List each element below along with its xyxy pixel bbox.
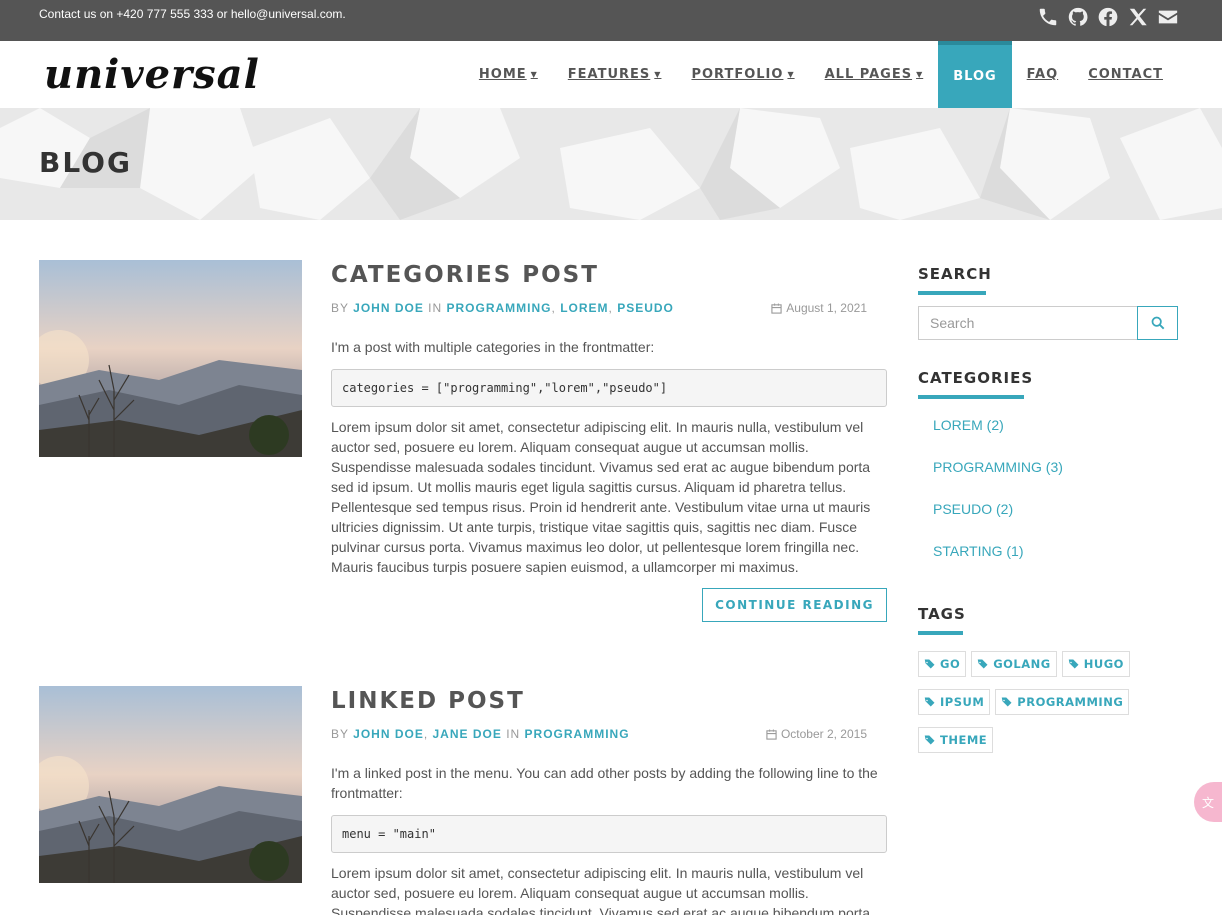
nav-item-features[interactable]: FEATURES ▼ [553, 41, 677, 108]
post-excerpt: Lorem ipsum dolor sit amet, consectetur … [331, 865, 871, 915]
caret-down-icon: ▼ [530, 70, 538, 79]
tag-item[interactable]: GO [918, 651, 967, 677]
post-title[interactable]: LINKED POST [331, 688, 887, 714]
search-widget: SEARCH [918, 265, 1178, 340]
page-heading-band: BLOG [0, 108, 1222, 220]
category-link[interactable]: PROGRAMMING [447, 301, 552, 315]
post-body: CATEGORIES POST BY JOHN DOE IN PROGRAMMI… [331, 260, 887, 622]
by-label: BY [331, 727, 349, 741]
code-block: categories = ["programming","lorem","pse… [331, 369, 887, 407]
search-button[interactable] [1137, 306, 1178, 340]
phone-icon[interactable] [1036, 5, 1060, 29]
tags-icon [924, 735, 935, 745]
tags-icon [1002, 697, 1012, 707]
post-meta: BY JOHN DOE, JANE DOE IN PROGRAMMING Oct… [331, 727, 887, 741]
tag-item[interactable]: THEME [918, 727, 994, 753]
nav-item-blog[interactable]: BLOG [938, 41, 1012, 108]
tag-item[interactable]: HUGO [1061, 651, 1130, 677]
nav-item-portfolio[interactable]: PORTFOLIO ▼ [676, 41, 809, 108]
post-excerpt: Lorem ipsum dolor sit amet, consectetur … [331, 419, 871, 575]
main-content: CATEGORIES POST BY JOHN DOE IN PROGRAMMI… [0, 220, 1222, 915]
tag-item[interactable]: PROGRAMMING [995, 689, 1130, 715]
categories-heading: CATEGORIES [918, 369, 1034, 387]
caret-down-icon: ▼ [654, 70, 662, 79]
caret-down-icon: ▼ [787, 70, 795, 79]
envelope-icon[interactable] [1156, 5, 1180, 29]
post-intro: I'm a linked post in the menu. You can a… [331, 765, 878, 801]
nav-item-all-pages[interactable]: ALL PAGES ▼ [810, 41, 939, 108]
site-logo[interactable]: universal [44, 51, 260, 98]
code-block: menu = "main" [331, 815, 887, 853]
in-label: IN [428, 301, 443, 315]
contact-info: Contact us on +420 777 555 333 or hello@… [39, 6, 346, 21]
tags-icon [924, 659, 935, 669]
search-heading: SEARCH [918, 265, 992, 283]
heading-underline [918, 395, 1024, 399]
heading-underline [918, 291, 986, 295]
category-link[interactable]: LOREM [560, 301, 608, 315]
tag-item[interactable]: GOLANG [971, 651, 1057, 677]
author-link[interactable]: JOHN DOE [353, 301, 424, 315]
tags-icon [1068, 659, 1079, 669]
search-input[interactable] [918, 306, 1137, 340]
top-bar: Contact us on +420 777 555 333 or hello@… [0, 0, 1222, 41]
social-links [1036, 5, 1180, 29]
nav-item-home[interactable]: HOME ▼ [464, 41, 553, 108]
translate-icon: 文 [1201, 795, 1214, 810]
facebook-icon[interactable] [1096, 5, 1120, 29]
nav-item-contact[interactable]: CONTACT [1073, 41, 1178, 108]
tags-widget: TAGS GO GOLANG HUGO IPSUM PROGRAMMING TH… [918, 605, 1178, 753]
calendar-icon [766, 728, 777, 740]
caret-down-icon: ▼ [916, 70, 924, 79]
author-link[interactable]: JOHN DOE [353, 727, 424, 741]
post-date: August 1, 2021 [771, 301, 887, 315]
tags-heading: TAGS [918, 605, 966, 623]
background-pattern [0, 108, 1222, 220]
category-link[interactable]: PROGRAMMING [525, 727, 630, 741]
tags-icon [977, 659, 988, 669]
category-item[interactable]: STARTING (1) [918, 543, 1178, 585]
tags-icon [924, 697, 935, 707]
search-icon [1151, 316, 1164, 330]
by-label: BY [331, 301, 349, 315]
category-item[interactable]: LOREM (2) [918, 417, 1178, 459]
calendar-icon [771, 302, 782, 314]
x-icon[interactable] [1126, 5, 1150, 29]
post-title[interactable]: CATEGORIES POST [331, 262, 887, 288]
category-link[interactable]: PSEUDO [617, 301, 674, 315]
in-label: IN [506, 727, 521, 741]
main-menu: HOME ▼ FEATURES ▼ PORTFOLIO ▼ ALL PAGES ▼ BL… [464, 41, 1222, 108]
post-meta: BY JOHN DOE IN PROGRAMMING, LOREM, PSEUD… [331, 301, 887, 315]
post-thumbnail[interactable] [39, 686, 302, 883]
continue-reading-button[interactable]: CONTINUE READING [702, 588, 887, 622]
categories-widget: CATEGORIES LOREM (2) PROGRAMMING (3) PSE… [918, 369, 1178, 585]
post-intro: I'm a post with multiple categories in t… [331, 339, 655, 355]
post-body: LINKED POST BY JOHN DOE, JANE DOE IN PRO… [331, 686, 887, 915]
github-icon[interactable] [1066, 5, 1090, 29]
main-navbar: universal HOME ▼ FEATURES ▼ PORTFOLIO ▼ ALL… [0, 41, 1222, 108]
post-thumbnail[interactable] [39, 260, 302, 457]
author-link[interactable]: JANE DOE [433, 727, 502, 741]
heading-underline [918, 631, 963, 635]
category-item[interactable]: PSEUDO (2) [918, 501, 1178, 543]
category-item[interactable]: PROGRAMMING (3) [918, 459, 1178, 501]
page-title: BLOG [39, 146, 132, 179]
tag-item[interactable]: IPSUM [918, 689, 991, 715]
nav-item-faq[interactable]: FAQ [1012, 41, 1074, 108]
post-date: October 2, 2015 [766, 727, 887, 741]
